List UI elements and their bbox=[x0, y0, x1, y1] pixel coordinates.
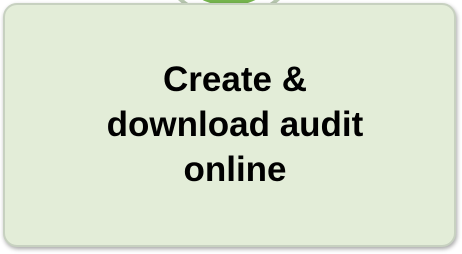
step-card: Create & download audit online bbox=[3, 3, 456, 247]
step-label-line-3: online bbox=[183, 150, 287, 189]
step-label-line-1: Create & bbox=[163, 60, 307, 99]
step-label-line-2: download audit bbox=[106, 105, 364, 144]
step-label: Create & download audit online bbox=[25, 57, 445, 192]
diagram-canvas: Create & download audit online bbox=[0, 0, 462, 254]
